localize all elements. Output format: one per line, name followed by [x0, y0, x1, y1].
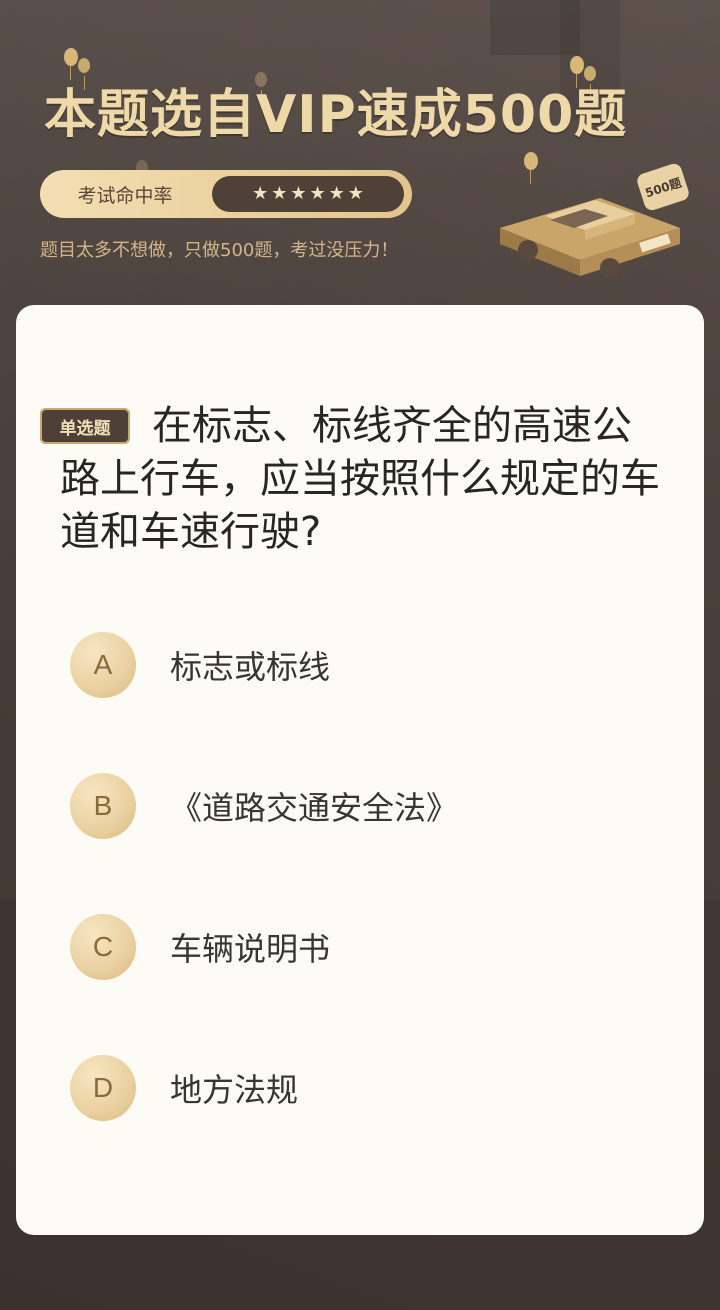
balloon-icon — [64, 48, 78, 80]
promo-subtitle: 题目太多不想做，只做500题，考过没压力！ — [40, 240, 399, 261]
option-d[interactable]: D 地方法规 — [70, 1053, 670, 1123]
star-icon: ★ — [290, 183, 307, 204]
option-label: 车辆说明书 — [170, 930, 331, 968]
option-letter: C — [70, 914, 136, 980]
star-icon: ★ — [252, 183, 269, 204]
question-text: 在标志、标线齐全的高速公路上行车，应当按照什么规定的车道和车速行驶? — [60, 403, 660, 555]
promo-title: 本题选自VIP速成500题 — [44, 85, 628, 145]
option-letter: B — [70, 773, 136, 839]
hit-rate-label: 考试命中率 — [77, 184, 173, 207]
option-a[interactable]: A 标志或标线 — [70, 630, 670, 700]
star-icon: ★ — [271, 183, 288, 204]
option-label: 地方法规 — [170, 1071, 299, 1109]
star-icon: ★ — [328, 183, 345, 204]
hit-rate-pill: 考试命中率 ★ ★ ★ ★ ★ ★ — [40, 170, 412, 218]
balloon-icon — [78, 58, 90, 90]
star-icon: ★ — [347, 183, 364, 204]
option-letter: D — [70, 1055, 136, 1121]
option-label: 标志或标线 — [170, 648, 331, 686]
option-label: 《道路交通安全法》 — [170, 789, 459, 827]
option-c[interactable]: C 车辆说明书 — [70, 912, 670, 982]
option-letter: A — [70, 632, 136, 698]
option-b[interactable]: B 《道路交通安全法》 — [70, 771, 670, 841]
star-rating: ★ ★ ★ ★ ★ ★ — [212, 176, 404, 212]
star-icon: ★ — [309, 183, 326, 204]
